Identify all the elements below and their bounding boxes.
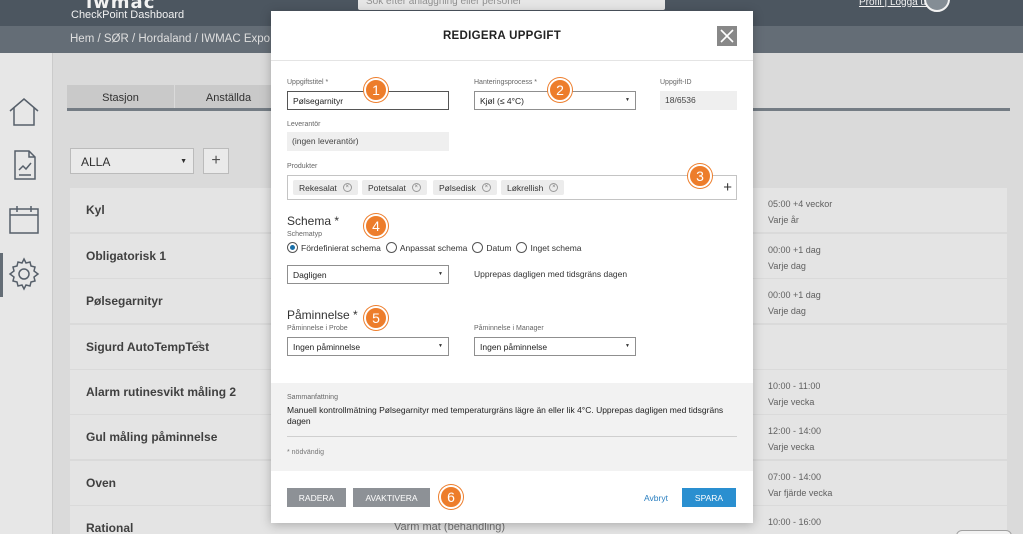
radio-icon[interactable] (385, 242, 397, 253)
schedule-option-date[interactable]: Datum (472, 242, 511, 253)
task-id-label: Uppgift-ID (660, 79, 692, 86)
delete-button[interactable]: RADERA (287, 488, 346, 507)
dialog-header: REDIGERA UPPGIFT (271, 11, 753, 61)
remove-chip-icon[interactable]: × (411, 183, 421, 192)
summary-text: Manuell kontrollmätning Pølsegarnityr me… (287, 405, 724, 426)
product-chip[interactable]: Pølsedisk × (433, 180, 497, 195)
task-id-field: 18/6536 (660, 91, 737, 110)
remove-chip-icon[interactable]: × (342, 183, 352, 192)
annotation-badge-5: 5 (364, 306, 388, 330)
schedule-type-group: Fördefinierat schema Anpassat schema Dat… (287, 242, 587, 253)
product-chip[interactable]: Løkrellish × (501, 180, 565, 195)
annotation-badge-3: 3 (688, 164, 712, 188)
chevron-down-icon: ▼ (438, 343, 443, 349)
cancel-button[interactable]: Avbryt (644, 493, 668, 503)
deactivate-button[interactable]: AVAKTIVERA (353, 488, 430, 507)
radio-icon[interactable] (516, 242, 528, 253)
annotation-badge-4: 4 (364, 214, 388, 238)
reminder-manager-value: Ingen påminnelse (480, 342, 548, 352)
product-chip[interactable]: Potetsalat × (362, 180, 427, 195)
remove-chip-icon[interactable]: × (549, 183, 559, 192)
schedule-select[interactable]: Dagligen ▼ (287, 265, 449, 284)
edit-task-dialog: REDIGERA UPPGIFT Uppgiftstitel * Pølsega… (271, 11, 753, 523)
radio-icon[interactable] (472, 242, 484, 253)
schedule-option-predefined[interactable]: Fördefinierat schema (287, 242, 381, 253)
summary-section: Sammanfattning Manuell kontrollmätning P… (271, 383, 753, 471)
radio-checked-icon[interactable] (287, 242, 298, 253)
reminder-title: Påminnelse * (287, 308, 358, 322)
summary-label: Sammanfattning (287, 394, 338, 401)
annotation-badge-2: 2 (548, 78, 572, 102)
reminder-probe-label: Påminnelse i Probe (287, 325, 348, 332)
chevron-down-icon: ▼ (625, 343, 630, 349)
supplier-field[interactable]: (ingen leverantör) (287, 132, 449, 151)
remove-chip-icon[interactable]: × (481, 183, 491, 192)
process-label: Hanteringsprocess * (474, 79, 538, 86)
supplier-label: Leverantör (287, 121, 321, 128)
dialog-title: REDIGERA UPPGIFT (442, 30, 562, 42)
task-title-label: Uppgiftstitel * (287, 79, 329, 86)
schedule-select-value: Dagligen (293, 270, 327, 280)
product-chip[interactable]: Rekesalat × (293, 180, 358, 195)
summary-divider (287, 436, 737, 437)
reminder-probe-value: Ingen påminnelse (293, 342, 361, 352)
products-label: Produkter (287, 163, 318, 170)
schedule-title: Schema * (287, 214, 340, 228)
close-icon (720, 29, 734, 43)
required-note: * nödvändig (287, 449, 324, 456)
save-button[interactable]: SPARA (682, 488, 736, 507)
reminder-probe-select[interactable]: Ingen påminnelse ▼ (287, 337, 449, 356)
schedule-option-none[interactable]: Inget schema (516, 242, 582, 253)
products-field[interactable]: Rekesalat × Potetsalat × Pølsedisk × Løkrel… (287, 175, 737, 200)
annotation-badge-6: 6 (439, 485, 463, 509)
reminder-manager-select[interactable]: Ingen påminnelse ▼ (474, 337, 636, 356)
annotation-badge-1: 1 (364, 78, 388, 102)
chevron-down-icon: ▼ (438, 271, 443, 277)
close-button[interactable] (717, 26, 737, 46)
schedule-option-custom[interactable]: Anpassat schema (385, 242, 467, 253)
schedule-hint: Upprepas dagligen med tidsgräns dagen (474, 269, 628, 279)
chevron-down-icon: ▼ (625, 97, 630, 103)
reminder-manager-label: Påminnelse i Manager (474, 325, 544, 332)
schedule-type-label: Schematyp (287, 231, 323, 238)
process-select-value: Kjøl (≤ 4°C) (480, 96, 524, 106)
add-product-icon[interactable]: + (723, 179, 732, 196)
